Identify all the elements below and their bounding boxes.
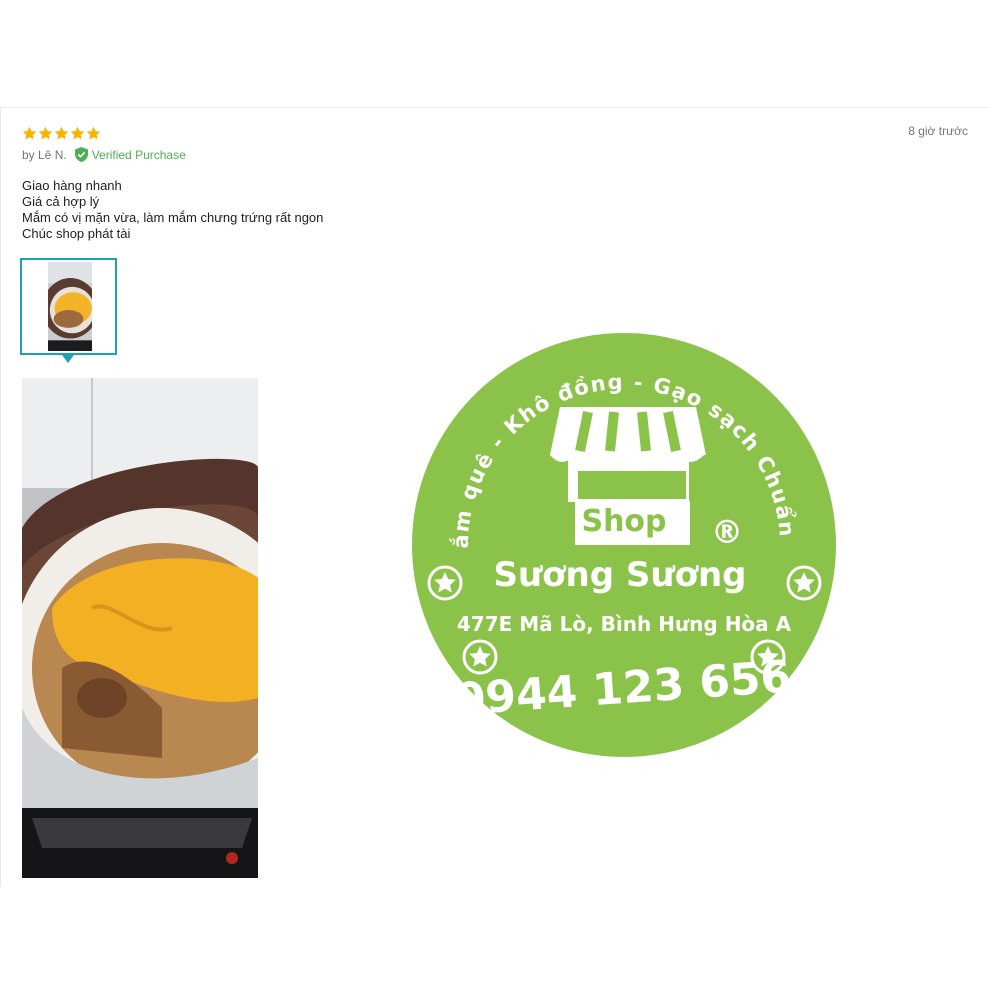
registered-mark: ® bbox=[711, 513, 743, 551]
rating-stars bbox=[22, 126, 101, 141]
star-icon bbox=[38, 126, 53, 140]
review-photo-thumbnail[interactable] bbox=[20, 258, 117, 355]
comment-line: Mắm có vị mặn vừa, làm mắm chưng trứng r… bbox=[22, 210, 324, 225]
star-icon bbox=[22, 126, 37, 140]
review-author-row: by Lê N. Verified Purchase bbox=[22, 147, 186, 162]
comment-line: Chúc shop phát tài bbox=[22, 226, 131, 241]
comment-line: Giá cả hợp lý bbox=[22, 194, 100, 209]
star-icon bbox=[70, 126, 85, 140]
verified-label: Verified Purchase bbox=[91, 147, 186, 162]
thumbnail-selected-caret bbox=[62, 355, 74, 363]
comment-line: Giao hàng nhanh bbox=[22, 178, 122, 193]
review-comment: Giao hàng nhanh Giá cả hợp lý Mắm có vị … bbox=[22, 178, 323, 242]
logo-shop-name: Sương Sương bbox=[493, 555, 746, 595]
verified-purchase-badge: Verified Purchase bbox=[74, 147, 186, 162]
logo-shop-label: Shop bbox=[581, 504, 666, 539]
review-photo-large[interactable] bbox=[22, 378, 258, 878]
logo-address: 477E Mã Lò, Bình Hưng Hòa A bbox=[457, 612, 792, 636]
verified-shield-icon bbox=[74, 147, 88, 162]
star-icon bbox=[54, 126, 69, 140]
review-time: 8 giờ trước bbox=[908, 124, 968, 138]
star-icon bbox=[86, 126, 101, 140]
shop-logo: Mắm quê - Khô đồng - Gạo sạch Chuẩn vị S… bbox=[399, 312, 838, 759]
review-author: by Lê N. bbox=[22, 147, 67, 162]
